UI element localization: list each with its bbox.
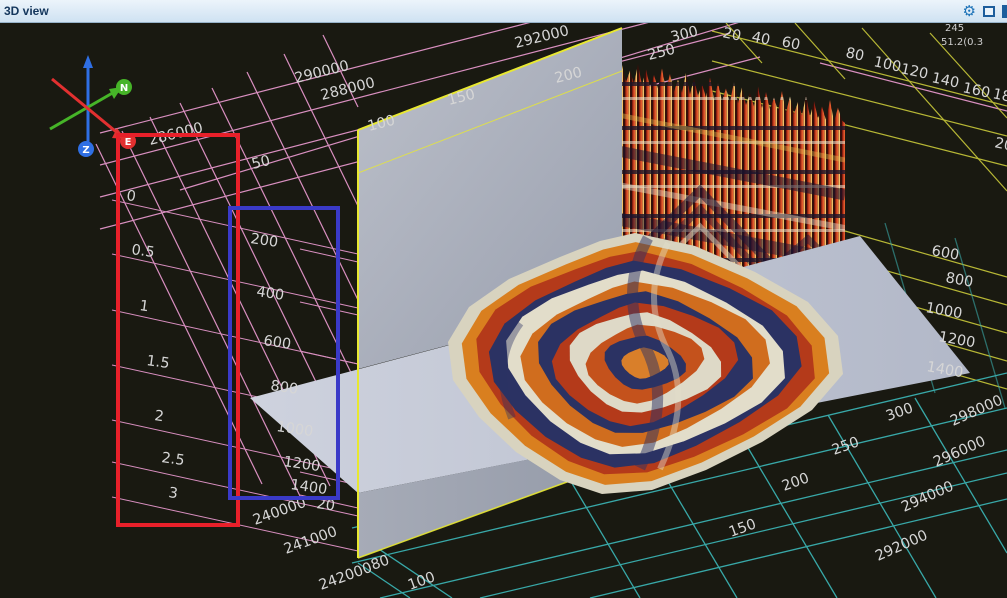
tick-label: 51.2(0.3 (941, 37, 983, 48)
tick-label: 1.5 (145, 353, 170, 372)
tick-label: 0.5 (130, 242, 155, 261)
scene-svg: 286000 288000 290000 292000 50 100 150 2… (0, 23, 1007, 598)
titlebar-icons: ⚙ (963, 4, 1003, 19)
maximize-icon[interactable] (983, 6, 995, 17)
3d-viewport[interactable]: 286000 288000 290000 292000 50 100 150 2… (0, 23, 1007, 598)
settings-gear-icon[interactable]: ⚙ (963, 4, 976, 19)
tick-label: 2.5 (160, 450, 185, 469)
z-badge-label: Z (82, 145, 89, 156)
window-title: 3D view (4, 4, 49, 18)
titlebar: 3D view ⚙ (0, 0, 1007, 23)
east-badge-label: E (125, 137, 132, 148)
clipped-edge-icon[interactable] (1002, 5, 1007, 18)
tick-label: 245 (945, 23, 964, 34)
north-badge-label: N (120, 83, 128, 94)
